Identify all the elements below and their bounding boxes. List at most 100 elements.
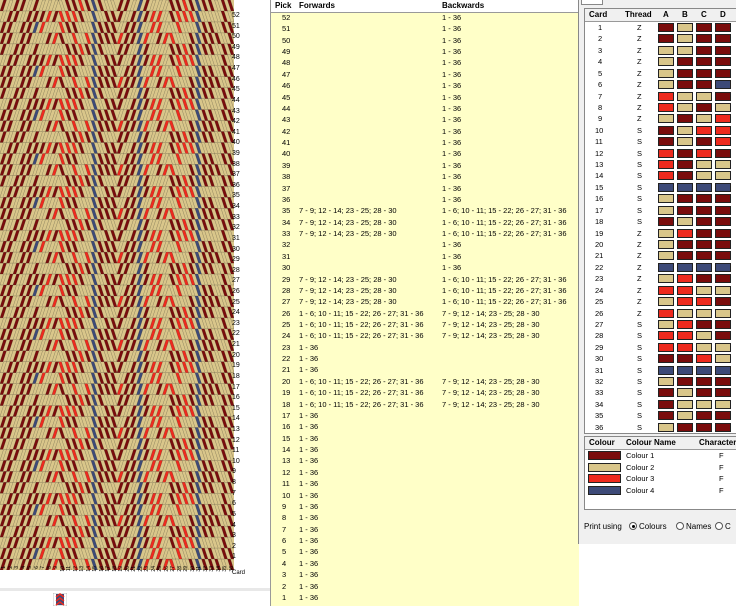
thread-direction[interactable]: Z: [637, 79, 642, 90]
hole-colour-swatch[interactable]: [677, 205, 693, 215]
hole-colour-swatch[interactable]: [677, 137, 693, 147]
pattern-row[interactable]: 15 1 - 36: [271, 433, 579, 444]
forwards-column-header[interactable]: Forwards: [299, 1, 335, 10]
colour-name-column-header[interactable]: Colour Name: [626, 438, 676, 447]
pattern-row[interactable]: 13 1 - 36: [271, 455, 579, 466]
card-row[interactable]: 35 S: [585, 410, 736, 421]
hole-colour-swatch[interactable]: [715, 251, 731, 261]
pattern-row[interactable]: 29 7 - 9; 12 - 14; 23 - 25; 28 - 30 1 - 6;…: [271, 274, 579, 285]
card-row[interactable]: 29 S: [585, 342, 736, 353]
hole-colour-swatch[interactable]: [715, 23, 731, 32]
pattern-row[interactable]: 4 1 - 36: [271, 558, 579, 569]
pattern-row[interactable]: 20 1 - 6; 10 - 11; 15 - 22; 26 - 27; 31 -…: [271, 376, 579, 387]
pattern-row[interactable]: 43 1 - 36: [271, 114, 579, 125]
pattern-row[interactable]: 9 1 - 36: [271, 501, 579, 512]
card-row[interactable]: 15 S: [585, 182, 736, 193]
thread-direction[interactable]: Z: [637, 308, 642, 319]
hole-colour-swatch[interactable]: [658, 411, 674, 421]
card-row[interactable]: 12 S: [585, 148, 736, 159]
hole-colour-swatch[interactable]: [677, 114, 693, 124]
hole-colour-swatch[interactable]: [696, 308, 712, 318]
panel-tab[interactable]: [581, 0, 603, 5]
hole-colour-swatch[interactable]: [677, 125, 693, 135]
hole-colour-swatch[interactable]: [715, 137, 731, 147]
pattern-row[interactable]: 37 1 - 36: [271, 183, 579, 194]
pattern-row[interactable]: 18 1 - 6; 10 - 11; 15 - 22; 26 - 27; 31 -…: [271, 399, 579, 410]
thread-direction[interactable]: Z: [637, 68, 642, 79]
pattern-row[interactable]: 2 1 - 36: [271, 581, 579, 592]
hole-colour-swatch[interactable]: [658, 228, 674, 238]
hole-colour-swatch[interactable]: [658, 194, 674, 204]
colour-row[interactable]: Colour 1 F: [585, 450, 736, 462]
hole-colour-swatch[interactable]: [677, 342, 693, 352]
card-row[interactable]: 27 S: [585, 319, 736, 330]
pattern-row[interactable]: 35 7 - 9; 12 - 14; 23 - 25; 28 - 30 1 - 6;…: [271, 205, 579, 216]
pattern-row[interactable]: 48 1 - 36: [271, 57, 579, 68]
card-row[interactable]: 6Z: [585, 79, 736, 90]
card-row[interactable]: 9Z: [585, 113, 736, 124]
hole-colour-swatch[interactable]: [677, 319, 693, 329]
pattern-row[interactable]: 31 1 - 36: [271, 251, 579, 262]
thread-direction[interactable]: Z: [637, 22, 642, 33]
band-thumbnail-icon[interactable]: [53, 593, 67, 606]
hole-colour-swatch[interactable]: [715, 239, 731, 249]
card-row[interactable]: 8Z: [585, 102, 736, 113]
hole-c-column-header[interactable]: C: [701, 10, 707, 19]
card-row[interactable]: 2Z: [585, 33, 736, 44]
thread-direction[interactable]: S: [637, 148, 642, 159]
hole-colour-swatch[interactable]: [715, 125, 731, 135]
thread-direction[interactable]: S: [637, 216, 642, 227]
hole-colour-swatch[interactable]: [658, 114, 674, 124]
pattern-row[interactable]: 38 1 - 36: [271, 171, 579, 182]
thread-direction[interactable]: Z: [637, 91, 642, 102]
hole-colour-swatch[interactable]: [658, 205, 674, 215]
hole-colour-swatch[interactable]: [715, 91, 731, 101]
hole-colour-swatch[interactable]: [715, 171, 731, 181]
colour-row[interactable]: Colour 3 F: [585, 473, 736, 485]
pattern-row[interactable]: 3 1 - 36: [271, 569, 579, 580]
pattern-row[interactable]: 6 1 - 36: [271, 535, 579, 546]
hole-colour-swatch[interactable]: [715, 228, 731, 238]
colour-swatch[interactable]: [588, 462, 621, 472]
pattern-row[interactable]: 10 1 - 36: [271, 490, 579, 501]
hole-colour-swatch[interactable]: [696, 23, 712, 32]
hole-colour-swatch[interactable]: [677, 365, 693, 375]
thread-direction[interactable]: Z: [637, 228, 642, 239]
hole-colour-swatch[interactable]: [715, 331, 731, 341]
names-radio[interactable]: [676, 522, 684, 530]
card-row[interactable]: 22 Z: [585, 262, 736, 273]
hole-colour-swatch[interactable]: [715, 34, 731, 44]
hole-colour-swatch[interactable]: [658, 160, 674, 170]
hole-colour-swatch[interactable]: [677, 80, 693, 90]
hole-colour-swatch[interactable]: [677, 377, 693, 387]
thread-direction[interactable]: S: [637, 193, 642, 204]
thread-direction[interactable]: Z: [637, 113, 642, 124]
hole-colour-swatch[interactable]: [677, 102, 693, 112]
hole-colour-swatch[interactable]: [715, 354, 731, 364]
hole-colour-swatch[interactable]: [696, 125, 712, 135]
hole-colour-swatch[interactable]: [658, 102, 674, 112]
hole-colour-swatch[interactable]: [696, 262, 712, 272]
pattern-row[interactable]: 51 1 - 36: [271, 23, 579, 34]
hole-colour-swatch[interactable]: [696, 217, 712, 227]
thread-direction[interactable]: S: [637, 399, 642, 410]
hole-colour-swatch[interactable]: [696, 102, 712, 112]
hole-colour-swatch[interactable]: [696, 377, 712, 387]
card-row[interactable]: 13 S: [585, 159, 736, 170]
pick-column-header[interactable]: Pick: [275, 1, 291, 10]
thread-direction[interactable]: S: [637, 319, 642, 330]
pattern-row[interactable]: 12 1 - 36: [271, 467, 579, 478]
card-row[interactable]: 36 S: [585, 422, 736, 433]
hole-colour-swatch[interactable]: [658, 342, 674, 352]
thread-direction[interactable]: Z: [637, 262, 642, 273]
hole-colour-swatch[interactable]: [715, 377, 731, 387]
thread-direction[interactable]: S: [637, 422, 642, 433]
card-row[interactable]: 17 S: [585, 205, 736, 216]
hole-colour-swatch[interactable]: [677, 148, 693, 158]
hole-colour-swatch[interactable]: [677, 228, 693, 238]
hole-colour-swatch[interactable]: [696, 319, 712, 329]
hole-colour-swatch[interactable]: [696, 297, 712, 307]
pattern-row[interactable]: 26 1 - 6; 10 - 11; 15 - 22; 26 - 27; 31 -…: [271, 308, 579, 319]
card-row[interactable]: 25 Z: [585, 296, 736, 307]
card-column-header[interactable]: Card: [589, 10, 607, 19]
